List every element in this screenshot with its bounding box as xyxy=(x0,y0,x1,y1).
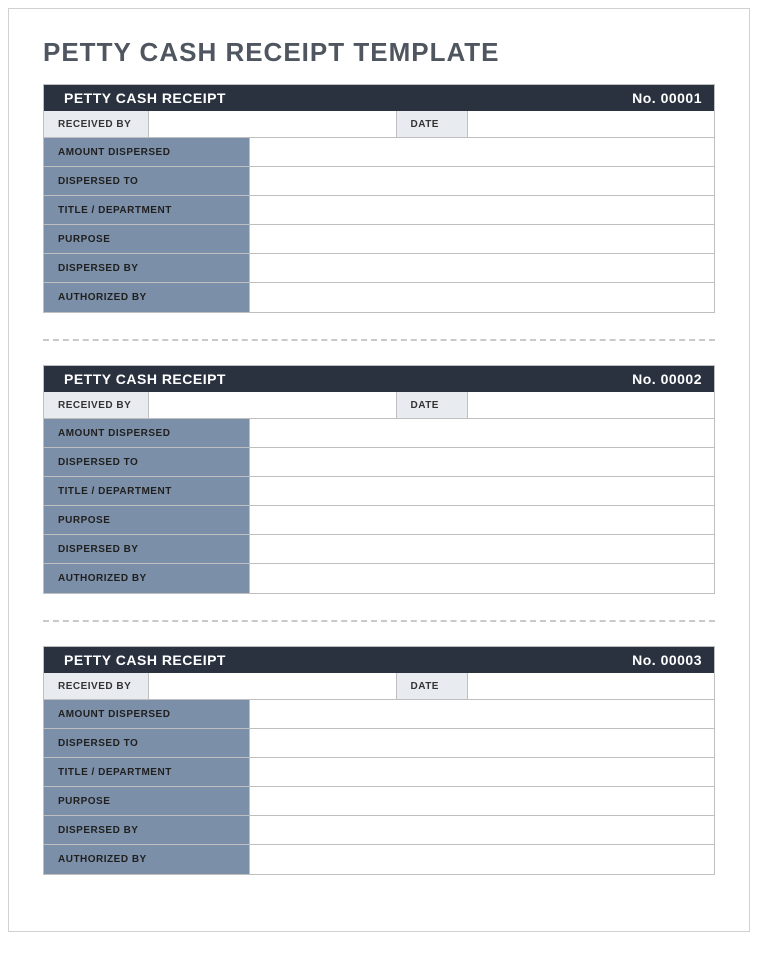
field-row: DISPERSED TO xyxy=(44,729,714,758)
field-label: AMOUNT DISPERSED xyxy=(44,138,250,166)
received-by-label: RECEIVED BY xyxy=(44,673,148,699)
field-label: DISPERSED BY xyxy=(44,535,250,563)
date-value[interactable] xyxy=(467,673,715,699)
field-row: DISPERSED TO xyxy=(44,448,714,477)
page-title: PETTY CASH RECEIPT TEMPLATE xyxy=(43,37,715,68)
received-by-label: RECEIVED BY xyxy=(44,111,148,137)
field-row: PURPOSE xyxy=(44,225,714,254)
field-row: DISPERSED BY xyxy=(44,816,714,845)
field-value[interactable] xyxy=(250,196,714,224)
field-row: AUTHORIZED BY xyxy=(44,564,714,593)
field-value[interactable] xyxy=(250,845,714,874)
field-value[interactable] xyxy=(250,167,714,195)
field-row: TITLE / DEPARTMENT xyxy=(44,196,714,225)
field-row: AMOUNT DISPERSED xyxy=(44,138,714,167)
receipt-separator xyxy=(43,620,715,622)
receipts-container: PETTY CASH RECEIPT No. 00001 RECEIVED BY DA… xyxy=(43,84,715,875)
date-label: DATE xyxy=(397,392,467,418)
receipt-header-title: PETTY CASH RECEIPT xyxy=(64,652,226,668)
field-label: DISPERSED TO xyxy=(44,167,250,195)
field-label: AUTHORIZED BY xyxy=(44,564,250,593)
field-value[interactable] xyxy=(250,448,714,476)
date-label: DATE xyxy=(397,673,467,699)
field-row: DISPERSED BY xyxy=(44,535,714,564)
receipt-header: PETTY CASH RECEIPT No. 00001 xyxy=(44,85,714,111)
field-label: DISPERSED TO xyxy=(44,448,250,476)
receipt-header-title: PETTY CASH RECEIPT xyxy=(64,371,226,387)
field-row: PURPOSE xyxy=(44,506,714,535)
field-value[interactable] xyxy=(250,816,714,844)
receipt-top-row: RECEIVED BY DATE xyxy=(44,111,714,138)
field-label: DISPERSED BY xyxy=(44,254,250,282)
field-row: AMOUNT DISPERSED xyxy=(44,700,714,729)
field-label: PURPOSE xyxy=(44,506,250,534)
receipt-top-row: RECEIVED BY DATE xyxy=(44,392,714,419)
field-label: TITLE / DEPARTMENT xyxy=(44,196,250,224)
field-row: AUTHORIZED BY xyxy=(44,845,714,874)
receipt-header-number: No. 00002 xyxy=(632,371,702,387)
field-value[interactable] xyxy=(250,283,714,312)
field-label: AMOUNT DISPERSED xyxy=(44,419,250,447)
field-value[interactable] xyxy=(250,225,714,253)
receipt: PETTY CASH RECEIPT No. 00003 RECEIVED BY DA… xyxy=(43,646,715,875)
receipt-header-number: No. 00001 xyxy=(632,90,702,106)
field-value[interactable] xyxy=(250,535,714,563)
field-row: DISPERSED BY xyxy=(44,254,714,283)
field-value[interactable] xyxy=(250,564,714,593)
field-value[interactable] xyxy=(250,477,714,505)
field-value[interactable] xyxy=(250,254,714,282)
received-by-value[interactable] xyxy=(148,392,397,418)
date-value[interactable] xyxy=(467,392,715,418)
field-label: TITLE / DEPARTMENT xyxy=(44,758,250,786)
field-label: PURPOSE xyxy=(44,225,250,253)
field-label: AUTHORIZED BY xyxy=(44,283,250,312)
field-value[interactable] xyxy=(250,506,714,534)
field-row: PURPOSE xyxy=(44,787,714,816)
field-value[interactable] xyxy=(250,700,714,728)
field-value[interactable] xyxy=(250,419,714,447)
receipt: PETTY CASH RECEIPT No. 00002 RECEIVED BY DA… xyxy=(43,365,715,594)
field-row: TITLE / DEPARTMENT xyxy=(44,477,714,506)
received-by-value[interactable] xyxy=(148,111,397,137)
receipt-header-number: No. 00003 xyxy=(632,652,702,668)
field-value[interactable] xyxy=(250,138,714,166)
receipt: PETTY CASH RECEIPT No. 00001 RECEIVED BY DA… xyxy=(43,84,715,313)
date-value[interactable] xyxy=(467,111,715,137)
field-row: AUTHORIZED BY xyxy=(44,283,714,312)
field-row: AMOUNT DISPERSED xyxy=(44,419,714,448)
received-by-label: RECEIVED BY xyxy=(44,392,148,418)
field-value[interactable] xyxy=(250,787,714,815)
field-label: TITLE / DEPARTMENT xyxy=(44,477,250,505)
field-value[interactable] xyxy=(250,758,714,786)
receipt-separator xyxy=(43,339,715,341)
received-by-value[interactable] xyxy=(148,673,397,699)
field-label: PURPOSE xyxy=(44,787,250,815)
field-label: DISPERSED TO xyxy=(44,729,250,757)
field-value[interactable] xyxy=(250,729,714,757)
date-label: DATE xyxy=(397,111,467,137)
field-row: TITLE / DEPARTMENT xyxy=(44,758,714,787)
receipt-header-title: PETTY CASH RECEIPT xyxy=(64,90,226,106)
field-label: AMOUNT DISPERSED xyxy=(44,700,250,728)
field-label: AUTHORIZED BY xyxy=(44,845,250,874)
field-label: DISPERSED BY xyxy=(44,816,250,844)
receipt-header: PETTY CASH RECEIPT No. 00003 xyxy=(44,647,714,673)
field-row: DISPERSED TO xyxy=(44,167,714,196)
receipt-top-row: RECEIVED BY DATE xyxy=(44,673,714,700)
receipt-header: PETTY CASH RECEIPT No. 00002 xyxy=(44,366,714,392)
page: PETTY CASH RECEIPT TEMPLATE PETTY CASH R… xyxy=(8,8,750,932)
